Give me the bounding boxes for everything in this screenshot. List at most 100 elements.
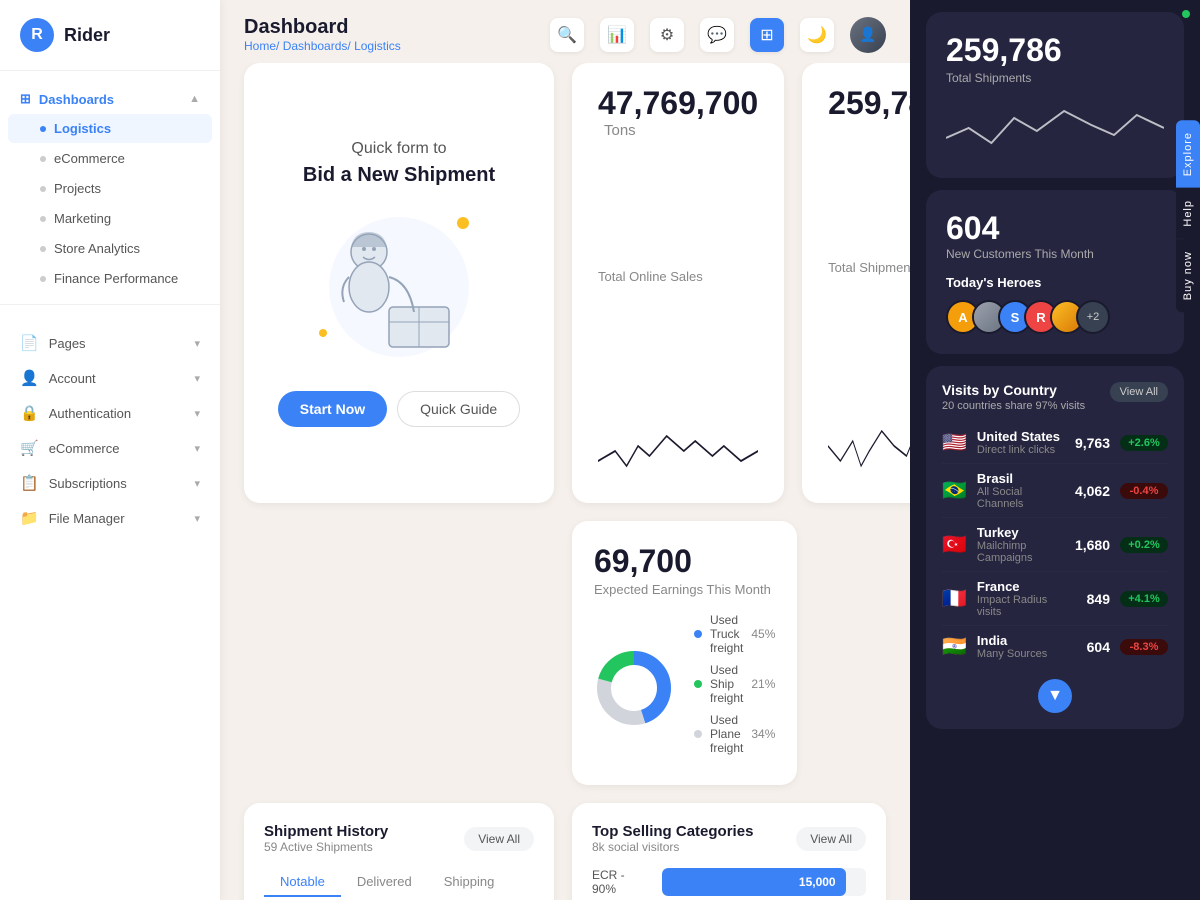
sidebar: R Rider ⊞ Dashboards ▲ Logistics eCommer… [0,0,220,900]
header-left: Dashboard Home/ Dashboards/ Logistics [244,16,401,53]
shipments-value: 259,786 [828,85,910,121]
country-visits-fr: 849 [1070,591,1110,607]
country-source-in: Many Sources [977,648,1060,660]
breadcrumb-parent: Dashboards/ [283,39,351,53]
chevron-icon: ▾ [194,477,200,490]
top-grid: Quick form to Bid a New Shipment [244,63,886,503]
help-button[interactable]: Help [1176,188,1200,239]
flag-us: 🇺🇸 [942,430,967,455]
sidebar-item-finance-performance[interactable]: Finance Performance [8,264,212,293]
tab-notable[interactable]: Notable [264,868,341,897]
country-row-tr: 🇹🇷 Turkey Mailchimp Campaigns 1,680 +0.2… [942,518,1168,572]
bottom-grid: Shipment History 59 Active Shipments Vie… [244,803,886,900]
breadcrumb: Home/ Dashboards/ Logistics [244,39,401,53]
sidebar-item-logistics[interactable]: Logistics [8,114,212,143]
earnings-value: 69,700 [594,543,692,579]
selling-view-all[interactable]: View All [796,827,866,851]
theme-button[interactable]: 🌙 [800,18,834,52]
nav-item-label: Account [49,371,96,386]
sidebar-item-projects[interactable]: Projects [8,174,212,203]
sidebar-item-marketing[interactable]: Marketing [8,204,212,233]
country-change-us: +2.6% [1120,435,1168,451]
nav-item-authentication[interactable]: 🔒 Authentication ▾ [0,396,220,430]
start-now-button[interactable]: Start Now [278,391,387,427]
nav-item-pages[interactable]: 📄 Pages ▾ [0,326,220,360]
nav-item-account[interactable]: 👤 Account ▾ [0,361,220,395]
country-row-us: 🇺🇸 United States Direct link clicks 9,76… [942,422,1168,464]
nav-item-ecommerce2[interactable]: 🛒 eCommerce ▾ [0,431,220,465]
banner-card: Quick form to Bid a New Shipment [244,63,554,503]
visits-subtitle: 20 countries share 97% visits [942,400,1085,412]
dashboards-section: ⊞ Dashboards ▲ Logistics eCommerce Proje… [0,71,220,298]
flag-fr: 🇫🇷 [942,586,967,611]
settings-button[interactable]: ⚙ [650,18,684,52]
plane-dot [694,730,702,738]
country-source-tr: Mailchimp Campaigns [977,540,1060,564]
country-source-us: Direct link clicks [977,444,1060,456]
main-area: Dashboard Home/ Dashboards/ Logistics 🔍 … [220,0,910,900]
country-change-fr: +4.1% [1120,591,1168,607]
country-visits-us: 9,763 [1070,435,1110,451]
country-change-br: -0.4% [1120,483,1168,499]
shipment-tabs: Notable Delivered Shipping [264,868,534,897]
sidebar-item-label: Finance Performance [54,271,178,286]
user-avatar[interactable]: 👤 [850,17,886,53]
quick-guide-button[interactable]: Quick Guide [397,391,520,427]
country-info-in: India Many Sources [977,633,1060,660]
bar-value-ecr: 15,000 [799,875,836,889]
sidebar-item-label: Logistics [54,121,111,136]
shipment-history-card: Shipment History 59 Active Shipments Vie… [244,803,554,900]
country-visits-in: 604 [1070,639,1110,655]
breadcrumb-home: Home/ [244,39,279,53]
more-button[interactable]: ▼ [1038,679,1072,713]
banner-buttons: Start Now Quick Guide [278,391,520,427]
selling-sub: 8k social visitors [592,840,753,854]
truck-freight-legend: Used Truck freight 45% [694,613,775,655]
dashboards-group[interactable]: ⊞ Dashboards ▲ [0,85,220,113]
tab-shipping[interactable]: Shipping [428,868,511,897]
tab-delivered[interactable]: Delivered [341,868,428,897]
new-customers-value: 604 [946,210,1164,247]
total-sales-card: 47,769,700 Tons Total Online Sales [572,63,784,503]
country-info-tr: Turkey Mailchimp Campaigns [977,525,1060,564]
nav-item-file-manager[interactable]: 📁 File Manager ▾ [0,501,220,535]
online-status-dot [1182,10,1190,18]
logo-area[interactable]: R Rider [0,0,220,71]
grid-button[interactable]: ⊞ [750,18,784,52]
truck-dot [694,630,702,638]
dark-shipments-chart [946,93,1164,158]
country-name-fr: France [977,579,1060,594]
sales-value: 47,769,700 [598,85,758,121]
country-name-tr: Turkey [977,525,1060,540]
nav-section: 📄 Pages ▾ 👤 Account ▾ 🔒 Authentication ▾… [0,311,220,540]
dot-icon [40,216,46,222]
buy-now-button[interactable]: Buy now [1176,239,1200,312]
search-button[interactable]: 🔍 [550,18,584,52]
logo-text: Rider [64,25,110,46]
selling-header: Top Selling Categories 8k social visitor… [592,823,866,854]
messages-button[interactable]: 💬 [700,18,734,52]
sidebar-item-ecommerce[interactable]: eCommerce [8,144,212,173]
dark-shipments-card: 259,786 Total Shipments [926,12,1184,178]
decoration-dot-top [457,217,469,229]
country-row-in: 🇮🇳 India Many Sources 604 -8.3% [942,626,1168,667]
flag-br: 🇧🇷 [942,478,967,503]
dashboards-label: Dashboards [39,92,114,107]
bar-row-ecr: ECR - 90% 15,000 [592,868,866,896]
sales-unit: Tons [604,122,636,139]
shipment-view-all[interactable]: View All [464,827,534,851]
nav-item-subscriptions[interactable]: 📋 Subscriptions ▾ [0,466,220,500]
top-selling-card: Top Selling Categories 8k social visitor… [572,803,886,900]
country-visits-tr: 1,680 [1070,537,1110,553]
chart-button[interactable]: 📊 [600,18,634,52]
visits-card: Visits by Country 20 countries share 97%… [926,366,1184,729]
bar-track-ecr: 15,000 [662,868,866,896]
selling-title: Top Selling Categories [592,823,753,840]
visits-view-all[interactable]: View All [1110,382,1168,402]
chevron-icon: ▾ [194,337,200,350]
explore-button[interactable]: Explore [1176,120,1200,188]
sidebar-item-store-analytics[interactable]: Store Analytics [8,234,212,263]
country-row-br: 🇧🇷 Brasil All Social Channels 4,062 -0.4… [942,464,1168,518]
dot-icon [40,126,46,132]
banner-illustration [309,207,489,367]
